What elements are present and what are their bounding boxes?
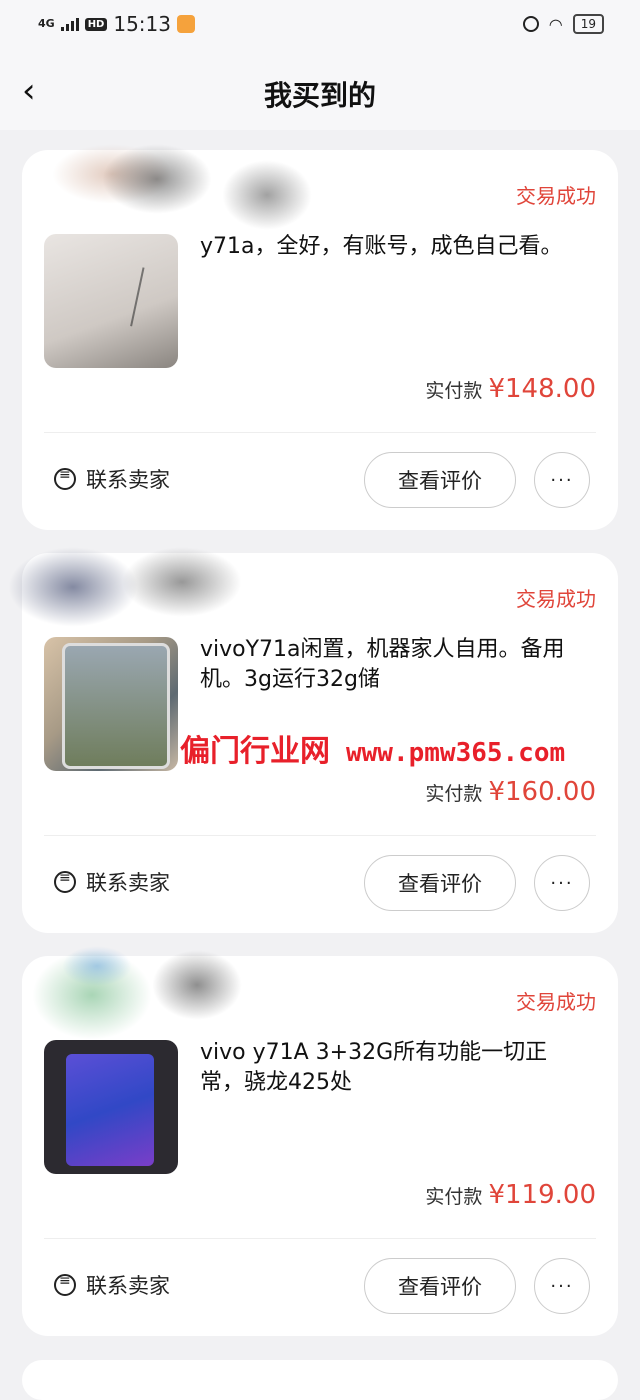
- redaction-scribble: [8, 547, 138, 627]
- status-bar: 4G HD 15:13 ◠ 19: [0, 0, 640, 52]
- page-title: 我买到的: [263, 79, 376, 112]
- price-line: 实付款 ¥160.00: [425, 777, 596, 807]
- more-options-button[interactable]: ···: [534, 855, 590, 911]
- order-status: 交易成功: [516, 587, 596, 611]
- divider: [44, 835, 596, 836]
- contact-seller-button[interactable]: 联系卖家: [54, 464, 170, 494]
- network-type: 4G: [38, 17, 55, 30]
- view-review-button[interactable]: 查看评价: [364, 1258, 516, 1314]
- alarm-icon: [522, 16, 539, 32]
- more-options-button[interactable]: ···: [534, 452, 590, 508]
- app-notification-icon: [177, 15, 195, 33]
- redaction-scribble: [152, 950, 242, 1020]
- clock: 15:13: [113, 12, 171, 36]
- chat-bubble-icon: [54, 467, 76, 490]
- price-amount: ¥148.00: [488, 374, 596, 404]
- price-amount: ¥119.00: [488, 1180, 596, 1210]
- watermark: 偏门行业网 www.pmw365.com: [180, 726, 565, 770]
- nav-header: ‹ 我买到的: [0, 52, 640, 130]
- price-label: 实付款: [425, 380, 483, 402]
- divider: [44, 1238, 596, 1239]
- order-card: 交易成功 vivo y71A 3+32G所有功能一切正常，骁龙425处 实付款 …: [22, 946, 618, 1336]
- product-description[interactable]: y71a，全好，有账号，成色自己看。: [200, 232, 580, 262]
- price-line: 实付款 ¥119.00: [425, 1180, 596, 1210]
- more-options-button[interactable]: ···: [534, 1258, 590, 1314]
- redaction-scribble: [122, 547, 242, 617]
- contact-seller-label: 联系卖家: [86, 468, 170, 492]
- price-line: 实付款 ¥148.00: [425, 374, 596, 404]
- price-amount: ¥160.00: [488, 777, 596, 807]
- contact-seller-label: 联系卖家: [86, 871, 170, 895]
- contact-seller-button[interactable]: 联系卖家: [54, 1270, 170, 1300]
- signal-icon: [60, 17, 79, 31]
- product-thumbnail[interactable]: [44, 637, 178, 771]
- order-status: 交易成功: [516, 990, 596, 1014]
- chat-bubble-icon: [54, 870, 76, 893]
- battery-indicator: 19: [572, 14, 604, 34]
- divider: [44, 432, 596, 433]
- product-description[interactable]: vivoY71a闲置，机器家人自用。备用机。3g运行32g储: [200, 635, 580, 695]
- view-review-button[interactable]: 查看评价: [364, 855, 516, 911]
- hd-badge: HD: [84, 17, 108, 31]
- watermark-text: 偏门行业网: [180, 734, 330, 769]
- price-label: 实付款: [425, 1186, 483, 1208]
- watermark-url: www.pmw365.com: [346, 738, 566, 768]
- order-card-partial: [22, 1360, 618, 1400]
- price-label: 实付款: [425, 783, 483, 805]
- product-thumbnail[interactable]: [44, 1040, 178, 1174]
- chat-bubble-icon: [54, 1273, 76, 1296]
- redaction-scribble: [62, 946, 132, 986]
- product-description[interactable]: vivo y71A 3+32G所有功能一切正常，骁龙425处: [200, 1038, 580, 1098]
- order-status: 交易成功: [516, 184, 596, 208]
- wifi-icon: ◠: [548, 14, 563, 34]
- redaction-scribble: [102, 144, 212, 214]
- contact-seller-label: 联系卖家: [86, 1274, 170, 1298]
- view-review-button[interactable]: 查看评价: [364, 452, 516, 508]
- product-thumbnail[interactable]: [44, 234, 178, 368]
- redaction-scribble: [222, 160, 312, 230]
- contact-seller-button[interactable]: 联系卖家: [54, 867, 170, 897]
- order-card: 交易成功 y71a，全好，有账号，成色自己看。 实付款 ¥148.00 联系卖家…: [22, 144, 618, 530]
